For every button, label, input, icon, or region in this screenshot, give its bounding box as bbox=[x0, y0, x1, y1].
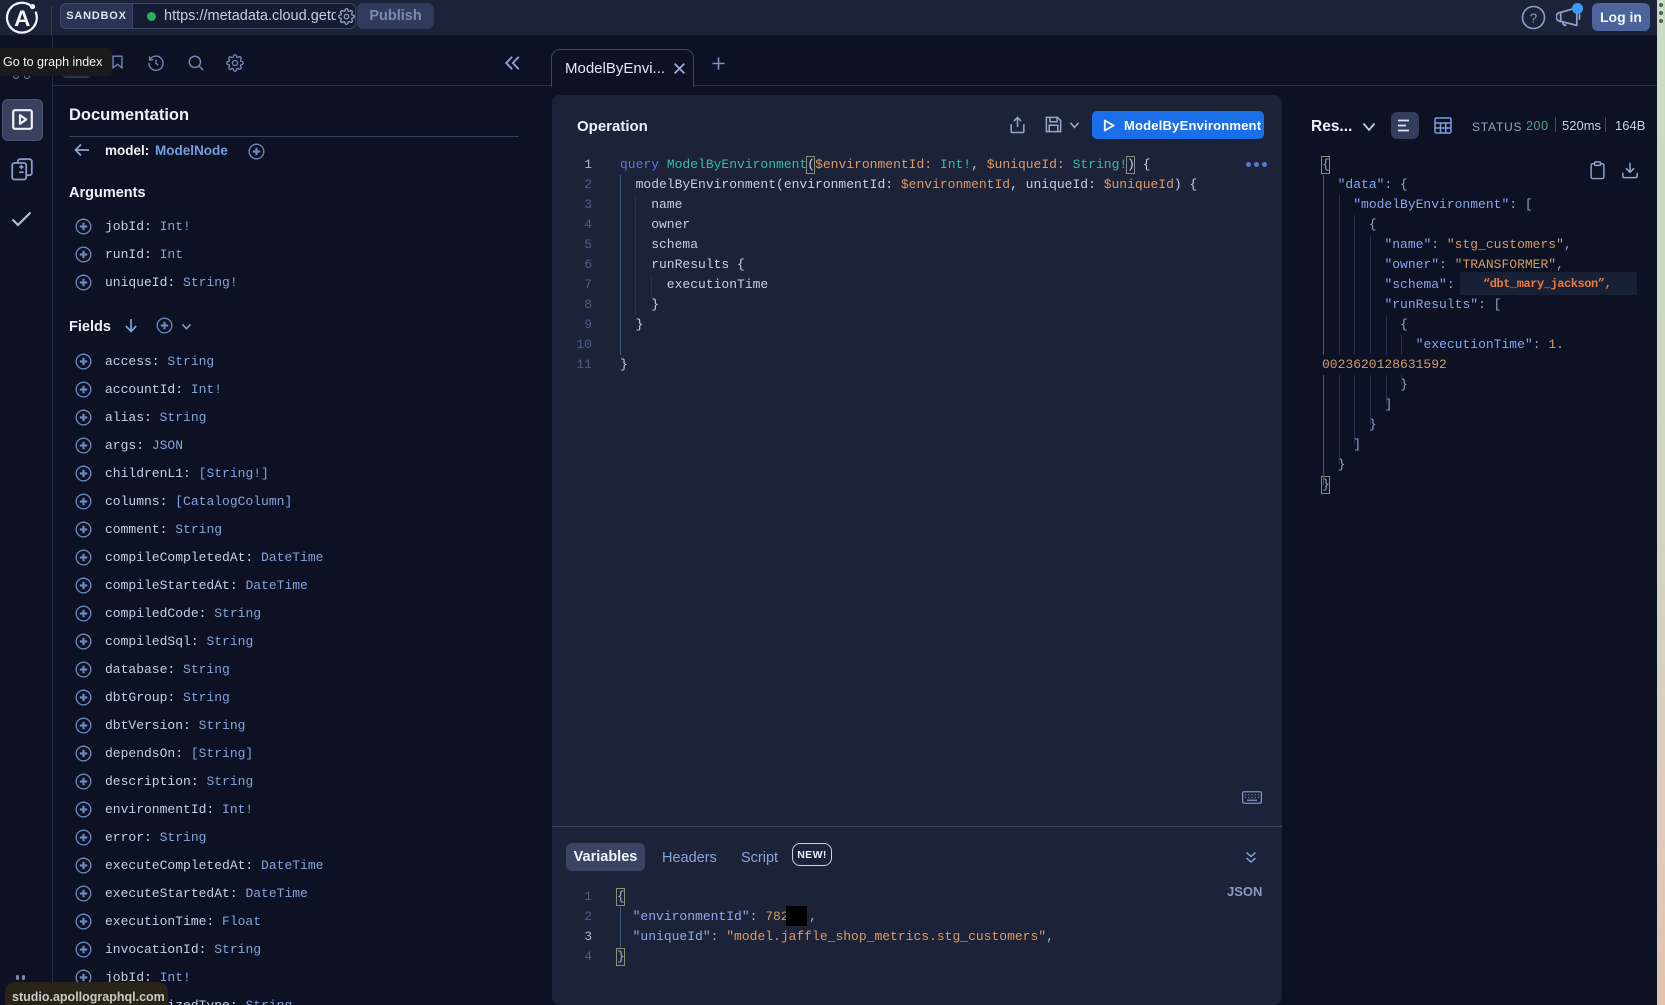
svg-text:A: A bbox=[14, 6, 30, 31]
svg-text:?: ? bbox=[1530, 11, 1537, 26]
